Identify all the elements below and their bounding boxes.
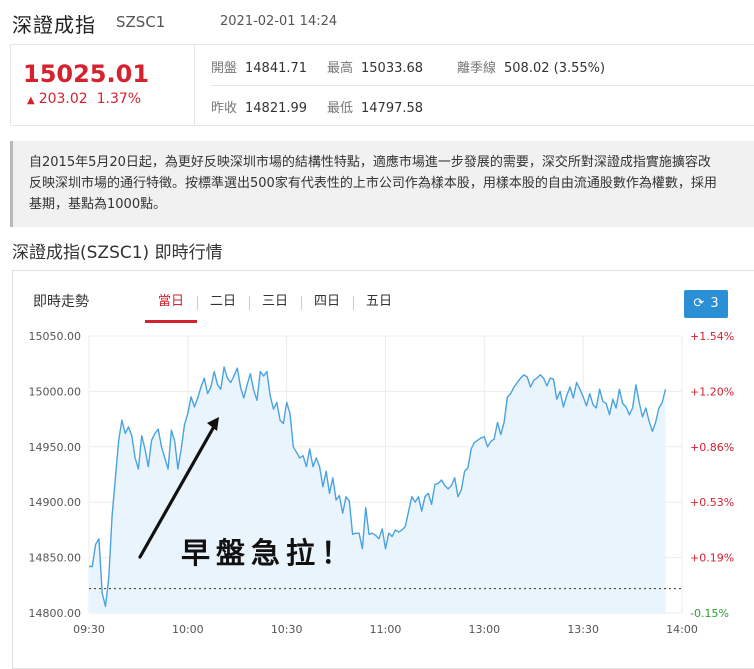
stat-label: 最低 xyxy=(327,101,354,116)
stat-value: 14821.99 xyxy=(245,101,308,116)
price-change: ▲ 203.02 1.37% xyxy=(27,91,141,107)
stat-value: 14841.71 xyxy=(245,61,308,76)
chart-panel: 即時走勢 當日 二日 三日 四日 五日 ⟳ 3 15050.00 +1.54% 150… xyxy=(12,270,754,669)
y-tick-label: 14950.00 xyxy=(29,441,82,454)
stat-value: 14797.58 xyxy=(361,101,424,116)
stat-value: 15033.68 xyxy=(361,61,424,76)
intraday-chart: 15050.00 +1.54% 15000.00 +1.20% 14950.00 +0.8… xyxy=(29,330,735,636)
y-right-tick-label: +0.53% xyxy=(690,496,734,509)
x-tick-label: 10:00 xyxy=(172,623,204,636)
stat-label: 開盤 xyxy=(211,61,238,76)
index-description: 自2015年5月20日起，為更好反映深圳市場的結構性特點，適應市場進一步發展的需… xyxy=(10,141,754,227)
stat-value: 508.02 (3.55%) xyxy=(504,61,606,76)
stat-open: 開盤 14841.71 xyxy=(211,57,307,76)
y-tick-label: 14850.00 xyxy=(29,552,82,565)
x-tick-label: 13:00 xyxy=(468,623,500,636)
up-arrow-icon: ▲ xyxy=(27,95,35,106)
annotation-text: 早盤急拉！ xyxy=(181,536,356,570)
y-right-tick-label: +1.54% xyxy=(690,330,734,343)
y-tick-label: 14900.00 xyxy=(29,496,82,509)
quote-datetime: 2021-02-01 14:24 xyxy=(220,14,338,29)
stat-high: 最高 15033.68 xyxy=(327,57,423,76)
stats-divider xyxy=(211,85,754,86)
quote-stats: 開盤 14841.71 最高 15033.68 離季線 508.02 (3.55%) … xyxy=(211,45,754,125)
y-tick-label: 15050.00 xyxy=(29,330,82,343)
y-right-tick-label: +0.19% xyxy=(690,552,734,565)
stat-label: 離季線 xyxy=(457,61,497,76)
x-tick-label: 10:30 xyxy=(271,623,303,636)
current-price: 15025.01 xyxy=(23,60,150,88)
y-tick-label: 15000.00 xyxy=(29,385,82,398)
x-tick-label: 13:30 xyxy=(567,623,599,636)
stat-label: 最高 xyxy=(327,61,354,76)
quote-box: 15025.01 ▲ 203.02 1.37% 開盤 14841.71 最高 1503… xyxy=(10,44,754,126)
x-tick-label: 09:30 xyxy=(73,623,105,636)
y-right-tick-label: -0.15% xyxy=(690,607,729,620)
y-right-tick-label: +1.20% xyxy=(690,385,734,398)
description-line: 自2015年5月20日起，為更好反映深圳市場的結構性特點，適應市場進一步發展的需… xyxy=(29,155,711,170)
y-tick-label: 14800.00 xyxy=(29,607,82,620)
change-value: 203.02 xyxy=(38,91,88,107)
series-area xyxy=(89,367,666,613)
y-right-tick-label: +0.86% xyxy=(690,441,734,454)
index-title: 深證成指 xyxy=(12,13,96,37)
index-code: SZSC1 xyxy=(116,13,166,31)
x-tick-label: 14:00 xyxy=(666,623,698,636)
description-line: 反映深圳市場的通行特徵。按標準選出500家有代表性的上市公司作為樣本股，用樣本股… xyxy=(29,176,717,191)
stat-from-quarter-ma: 離季線 508.02 (3.55%) xyxy=(457,57,605,76)
x-tick-label: 11:00 xyxy=(370,623,402,636)
stat-prev-close: 昨收 14821.99 xyxy=(211,97,307,116)
change-percent: 1.37% xyxy=(96,91,142,107)
price-block: 15025.01 ▲ 203.02 1.37% xyxy=(11,45,195,125)
stat-low: 最低 14797.58 xyxy=(327,97,423,116)
description-line: 基期，基點為1000點。 xyxy=(29,197,167,212)
stat-label: 昨收 xyxy=(211,101,238,116)
header: 深證成指 SZSC1 2021-02-01 14:24 xyxy=(0,0,754,40)
section-title: 深證成指(SZSC1) 即時行情 xyxy=(12,243,223,263)
